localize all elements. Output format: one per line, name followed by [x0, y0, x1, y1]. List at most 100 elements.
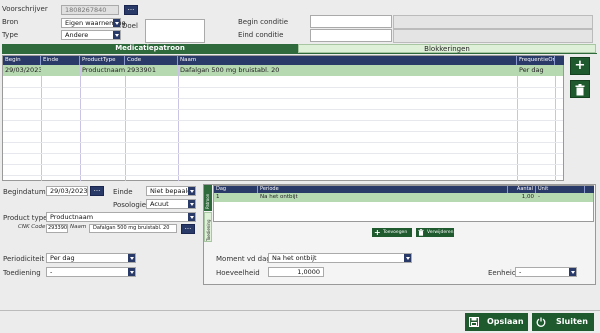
grid-row-line	[3, 131, 563, 132]
table-row[interactable]: 29/03/2023 Productnaam 2933901 Dafalgan …	[3, 65, 563, 76]
naam-label: Naam	[70, 224, 87, 230]
posologie-value: Acuut	[150, 200, 169, 208]
eenheid-label: Eenheid	[488, 269, 517, 277]
moment-select[interactable]: Na het ontbijt	[268, 253, 412, 263]
delete-button[interactable]	[570, 80, 590, 98]
toediening-value: -	[50, 268, 53, 276]
bron-select[interactable]: Eigen waarneming	[61, 18, 126, 28]
voorschrijver-field[interactable]: 1808267840	[61, 5, 119, 15]
save-button[interactable]: Opslaan	[465, 313, 528, 331]
eind-conditie-label: Eind conditie	[238, 31, 284, 39]
col-header-producttype[interactable]: ProductType	[80, 56, 125, 65]
type-value: Andere	[65, 31, 89, 39]
cell-producttype: Productnaam	[82, 66, 125, 74]
toediening-select[interactable]: -	[46, 267, 136, 277]
col-header-unit[interactable]: Unit	[536, 186, 585, 193]
cnk-field[interactable]: 2933901	[46, 224, 68, 233]
medicatie-grid[interactable]: Begin Einde ProductType Code Naam Freque…	[2, 55, 564, 181]
voorschrijver-label: Voorschrijver	[2, 5, 48, 13]
chevron-down-icon	[113, 19, 120, 27]
cell-dag: 1	[216, 194, 220, 200]
floppy-disk-icon	[469, 317, 479, 327]
footer-divider	[0, 310, 600, 311]
cell-periode: Na het ontbijt	[260, 194, 298, 200]
chevron-down-icon	[113, 31, 120, 39]
verwijderen-label: Verwijderen	[427, 230, 454, 235]
grid-row-line	[3, 175, 563, 176]
cell-naam: Dafalgan 500 mg bruistabl. 20	[180, 66, 280, 74]
col-header-periode[interactable]: Periode	[258, 186, 508, 193]
vtab-toediening-label: Toediening	[206, 219, 211, 241]
hoeveelheid-label: Hoeveelheid	[216, 269, 260, 277]
eenheid-select[interactable]: -	[515, 267, 577, 277]
product-type-select[interactable]: Productnaam	[46, 212, 196, 222]
eind-conditie-field[interactable]	[310, 29, 392, 42]
einde-value: Niet bepaald	[150, 187, 192, 195]
col-header-begin[interactable]: Begin	[3, 56, 41, 65]
cell-code: 2933901	[127, 66, 156, 74]
chevron-down-icon	[128, 254, 135, 262]
toevoegen-button[interactable]: + Toevoegen	[372, 228, 412, 237]
chevron-down-icon	[569, 268, 576, 276]
grid-row-line	[3, 142, 563, 143]
chevron-down-icon	[188, 213, 195, 221]
grid-row-line	[3, 98, 563, 99]
cell-aantal: 1,00	[521, 194, 534, 200]
doel-field[interactable]	[145, 19, 205, 43]
periodiciteit-select[interactable]: Per dag	[46, 253, 136, 263]
trash-icon	[575, 84, 585, 96]
begin-conditie-label: Begin conditie	[238, 18, 289, 26]
type-label: Type	[2, 31, 19, 39]
chevron-down-icon	[128, 268, 135, 276]
begindatum-field[interactable]: 29/03/2023	[46, 186, 88, 196]
doel-label: Doel	[122, 22, 138, 30]
begin-conditie-field[interactable]	[310, 15, 392, 28]
cell-frequentie: Per dag	[519, 66, 544, 74]
trash-icon	[418, 229, 424, 236]
hoeveelheid-field[interactable]: 1,0000	[268, 267, 324, 277]
type-select[interactable]: Andere	[61, 30, 121, 40]
eenheid-value: -	[519, 268, 522, 276]
col-header-filler	[585, 186, 594, 193]
begindatum-picker-button[interactable]: ...	[90, 186, 104, 196]
naam-field[interactable]: Dafalgan 500 mg bruistabl. 20	[89, 224, 177, 233]
voorschrijver-lookup-button[interactable]: ...	[124, 5, 138, 15]
moment-label: Moment vd dag	[216, 255, 271, 263]
cnk-label: CNK Code	[18, 224, 46, 230]
tab-blokkeringen[interactable]: Blokkeringen	[298, 44, 596, 53]
col-header-dag[interactable]: Dag	[214, 186, 258, 193]
posologie-select[interactable]: Acuut	[146, 199, 196, 209]
col-header-filler	[555, 56, 564, 65]
begin-conditie-extension	[393, 15, 593, 29]
add-button[interactable]: +	[570, 57, 590, 75]
power-icon	[536, 317, 546, 327]
grid-row-line	[3, 87, 563, 88]
table-row[interactable]: 1 Na het ontbijt 1,00 -	[214, 193, 593, 202]
col-header-naam[interactable]: Naam	[178, 56, 517, 65]
product-type-value: Productnaam	[50, 213, 94, 221]
vtab-patroon-label: Patroon	[205, 193, 210, 209]
tab-medicatiepatroon[interactable]: Medicatiepatroon	[2, 44, 298, 53]
save-label: Opslaan	[487, 317, 524, 326]
vtab-patroon[interactable]: Patroon	[204, 185, 212, 211]
pattern-grid[interactable]: Dag Periode Aantal Unit 1 Na het ontbijt…	[213, 185, 594, 222]
moment-value: Na het ontbijt	[272, 254, 317, 262]
col-header-code[interactable]: Code	[125, 56, 178, 65]
col-header-einde[interactable]: Einde	[41, 56, 80, 65]
vtab-toediening[interactable]: Toediening	[204, 212, 212, 242]
close-button[interactable]: Sluiten	[532, 313, 594, 331]
col-header-aantal[interactable]: Aantal	[508, 186, 536, 193]
cell-unit: -	[538, 194, 540, 200]
grid-row-line	[3, 153, 563, 154]
product-lookup-button[interactable]: ...	[181, 224, 195, 234]
toevoegen-label: Toevoegen	[383, 230, 408, 235]
tab-underline	[2, 53, 597, 54]
col-header-frequentie[interactable]: FrequentieOm	[517, 56, 555, 65]
plus-icon: +	[374, 228, 381, 237]
chevron-down-icon	[188, 187, 195, 195]
verwijderen-button[interactable]: Verwijderen	[416, 228, 454, 237]
close-label: Sluiten	[556, 317, 588, 326]
einde-select[interactable]: Niet bepaald	[146, 186, 196, 196]
chevron-down-icon	[188, 200, 195, 208]
chevron-down-icon	[404, 254, 411, 262]
